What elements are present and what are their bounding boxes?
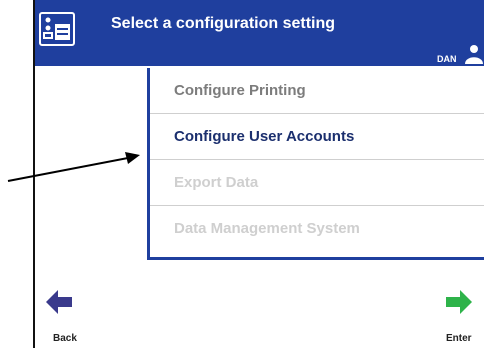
menu-item-label: Data Management System [174, 220, 360, 237]
menu-item-label: Export Data [174, 174, 259, 191]
settings-list-icon [39, 12, 75, 46]
menu-item-configure-user-accounts[interactable]: Configure User Accounts [150, 114, 484, 160]
user-icon [462, 44, 484, 64]
header-bar: Select a configuration setting DAN [35, 0, 484, 66]
menu-item-configure-printing[interactable]: Configure Printing [150, 68, 484, 114]
menu-item-data-management-system: Data Management System [150, 206, 484, 252]
user-name: DAN [437, 54, 457, 64]
enter-arrow-icon[interactable] [445, 289, 473, 315]
menu-item-export-data: Export Data [150, 160, 484, 206]
menu-item-label: Configure Printing [174, 82, 306, 99]
page-title: Select a configuration setting [111, 15, 336, 32]
configuration-menu: Configure Printing Configure User Accoun… [147, 68, 484, 260]
menu-item-label: Configure User Accounts [174, 128, 355, 145]
enter-button-label[interactable]: Enter [446, 333, 472, 344]
device-screen: Select a configuration setting DAN Confi… [33, 0, 484, 348]
back-arrow-icon[interactable] [45, 289, 73, 315]
back-button-label[interactable]: Back [53, 333, 77, 344]
